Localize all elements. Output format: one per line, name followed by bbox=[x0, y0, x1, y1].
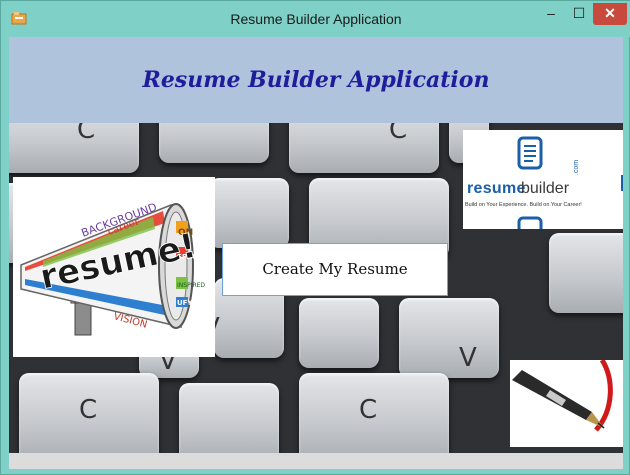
key-letter: C bbox=[359, 395, 378, 425]
keyboard-key: C bbox=[19, 373, 159, 453]
megaphone-image: BACKGROUND career ON SPIRIT INSPIRED VIS… bbox=[20, 200, 205, 336]
keyboard-key: C bbox=[289, 123, 439, 173]
keyboard-key bbox=[209, 178, 289, 248]
logo-tagline: Build on Your Experience. Build on Your … bbox=[465, 202, 582, 208]
key-letter: V bbox=[459, 343, 477, 373]
key-letter: C bbox=[79, 395, 98, 425]
bottom-strip bbox=[9, 453, 623, 469]
maximize-button[interactable]: ☐ bbox=[565, 3, 593, 25]
megaphone-picture: BACKGROUND career ON SPIRIT INSPIRED VIS… bbox=[13, 177, 215, 357]
megaphone-word: INSPIRED bbox=[177, 282, 205, 289]
keyboard-key bbox=[159, 123, 269, 163]
keyboard-key: C bbox=[299, 373, 449, 453]
keyboard-key: V bbox=[399, 298, 499, 378]
header-panel: Resume Builder Application bbox=[9, 37, 623, 123]
key-letter: C bbox=[77, 123, 96, 145]
logo-brand-word-2: builder bbox=[521, 180, 570, 197]
keyboard-key bbox=[549, 233, 623, 313]
resume-builder-logo: .com resume builder Build on Your Experi… bbox=[463, 130, 623, 229]
title-bar[interactable]: Resume Builder Application – ☐ ✕ bbox=[1, 1, 630, 37]
logo-brand-word: resume bbox=[467, 180, 526, 197]
keyboard-key: C bbox=[9, 123, 139, 173]
page-title: Resume Builder Application bbox=[142, 67, 490, 93]
form-client-area: Resume Builder Application C C V V C C B… bbox=[9, 37, 623, 469]
app-window: Resume Builder Application – ☐ ✕ Resume … bbox=[0, 0, 630, 475]
keyboard-key bbox=[179, 383, 279, 453]
window-title: Resume Builder Application bbox=[230, 11, 402, 27]
keyboard-key bbox=[299, 298, 379, 368]
pen-picture bbox=[510, 360, 623, 447]
key-letter: C bbox=[389, 123, 408, 145]
megaphone-word: UFY bbox=[177, 299, 193, 307]
create-my-resume-button[interactable]: Create My Resume bbox=[222, 243, 448, 296]
pen-icon bbox=[512, 360, 613, 432]
logo-dot-com: .com bbox=[573, 159, 581, 176]
minimize-button[interactable]: – bbox=[537, 3, 565, 25]
close-button[interactable]: ✕ bbox=[593, 3, 627, 25]
